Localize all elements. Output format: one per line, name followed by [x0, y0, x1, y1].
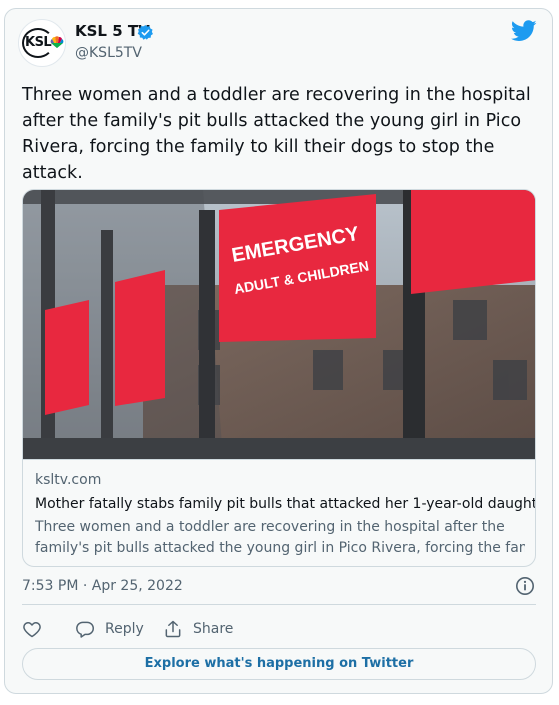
link-preview-image[interactable]: EMERGENCY ADULT & CHILDREN: [23, 190, 536, 459]
info-icon[interactable]: [515, 576, 535, 596]
reply-label: Reply: [105, 621, 144, 637]
share-button[interactable]: Share: [163, 618, 233, 640]
explore-twitter-button[interactable]: Explore what's happening on Twitter: [22, 648, 536, 680]
link-description-line-1: Three women and a toddler are recovering…: [35, 519, 505, 535]
link-domain: ksltv.com: [35, 472, 102, 488]
reply-bubble-icon: [76, 621, 94, 638]
divider: [22, 604, 536, 605]
verified-badge-icon: [137, 25, 153, 40]
like-button[interactable]: [22, 618, 52, 640]
peacock-icon: [50, 36, 64, 48]
avatar-logo-text: KSL: [25, 35, 52, 50]
link-description: Three women and a toddler are recovering…: [35, 517, 525, 559]
tweet-text: Three women and a toddler are recovering…: [22, 85, 531, 183]
link-preview-details[interactable]: ksltv.com Mother fatally stabs family pi…: [23, 459, 535, 566]
author-handle[interactable]: @KSL5TV: [75, 45, 142, 61]
avatar[interactable]: KSL: [18, 19, 66, 67]
tweet-timestamp[interactable]: 7:53 PM · Apr 25, 2022: [22, 578, 183, 594]
twitter-bird-icon[interactable]: [511, 20, 537, 42]
share-label: Share: [193, 621, 234, 637]
link-title[interactable]: Mother fatally stabs family pit bulls th…: [35, 496, 535, 512]
link-preview-card[interactable]: EMERGENCY ADULT & CHILDREN ksltv.com Mot…: [22, 189, 536, 567]
reply-button[interactable]: Reply: [75, 618, 144, 640]
link-description-line-2: family's pit bulls attacked the young gi…: [35, 540, 525, 556]
share-icon: [165, 620, 181, 638]
heart-icon: [23, 621, 41, 638]
